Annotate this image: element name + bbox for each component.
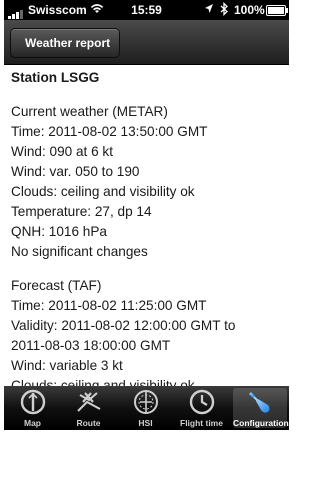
- tab-configuration-label: Configuration: [233, 418, 289, 428]
- tab-hsi-label: HSI: [138, 418, 153, 428]
- metar-temperature: Temperature: 27, dp 14: [11, 204, 152, 219]
- hsi-icon: [120, 389, 171, 417]
- metar-heading: Current weather (METAR): [11, 104, 168, 119]
- back-button[interactable]: Weather report: [10, 28, 121, 58]
- station-title: Station LSGG: [11, 70, 100, 85]
- tab-configuration[interactable]: Configuration: [233, 388, 289, 428]
- back-button-label: Weather report: [25, 36, 111, 50]
- metar-wind: Wind: 090 at 6 kt: [11, 144, 114, 159]
- status-bar: Swisscom 15:59 100%: [4, 0, 289, 20]
- clock-icon: [176, 389, 227, 417]
- tab-hsi[interactable]: HSI: [120, 388, 171, 428]
- location-arrow-icon: [204, 3, 214, 18]
- navigation-bar: Weather report: [4, 20, 289, 65]
- tab-bar: Map Route HSI Flight time Configuration: [4, 386, 289, 430]
- phone-screen: Swisscom 15:59 100% Weather report Stati…: [4, 0, 289, 430]
- taf-validity: Validity: 2011-08-02 12:00:00 GMT to: [11, 318, 236, 333]
- metar-wind-variation: Wind: var. 050 to 190: [11, 164, 140, 179]
- bluetooth-icon: [220, 1, 229, 19]
- weather-report-content: Station LSGG Current weather (METAR) Tim…: [4, 65, 289, 393]
- tab-route-label: Route: [76, 418, 101, 428]
- taf-validity-end: 2011-08-03 18:00:00 GMT: [11, 338, 171, 353]
- tab-map-label: Map: [24, 418, 41, 428]
- tab-map[interactable]: Map: [7, 388, 58, 428]
- metar-qnh: QNH: 1016 hPa: [11, 224, 107, 239]
- metar-clouds: Clouds: ceiling and visibility ok: [11, 184, 195, 199]
- tab-route[interactable]: Route: [63, 388, 114, 428]
- taf-wind: Wind: variable 3 kt: [11, 358, 123, 373]
- taf-heading: Forecast (TAF): [11, 278, 102, 293]
- battery-icon: [266, 5, 288, 16]
- metar-trend: No significant changes: [11, 244, 148, 259]
- configuration-icon: [233, 389, 287, 417]
- battery-percentage: 100%: [234, 3, 265, 17]
- tab-flight-time[interactable]: Flight time: [176, 388, 227, 428]
- tab-flight-time-label: Flight time: [180, 418, 223, 428]
- map-icon: [7, 389, 58, 417]
- metar-time: Time: 2011-08-02 13:50:00 GMT: [11, 124, 208, 139]
- route-icon: [63, 389, 114, 417]
- taf-time: Time: 2011-08-02 11:25:00 GMT: [11, 298, 207, 313]
